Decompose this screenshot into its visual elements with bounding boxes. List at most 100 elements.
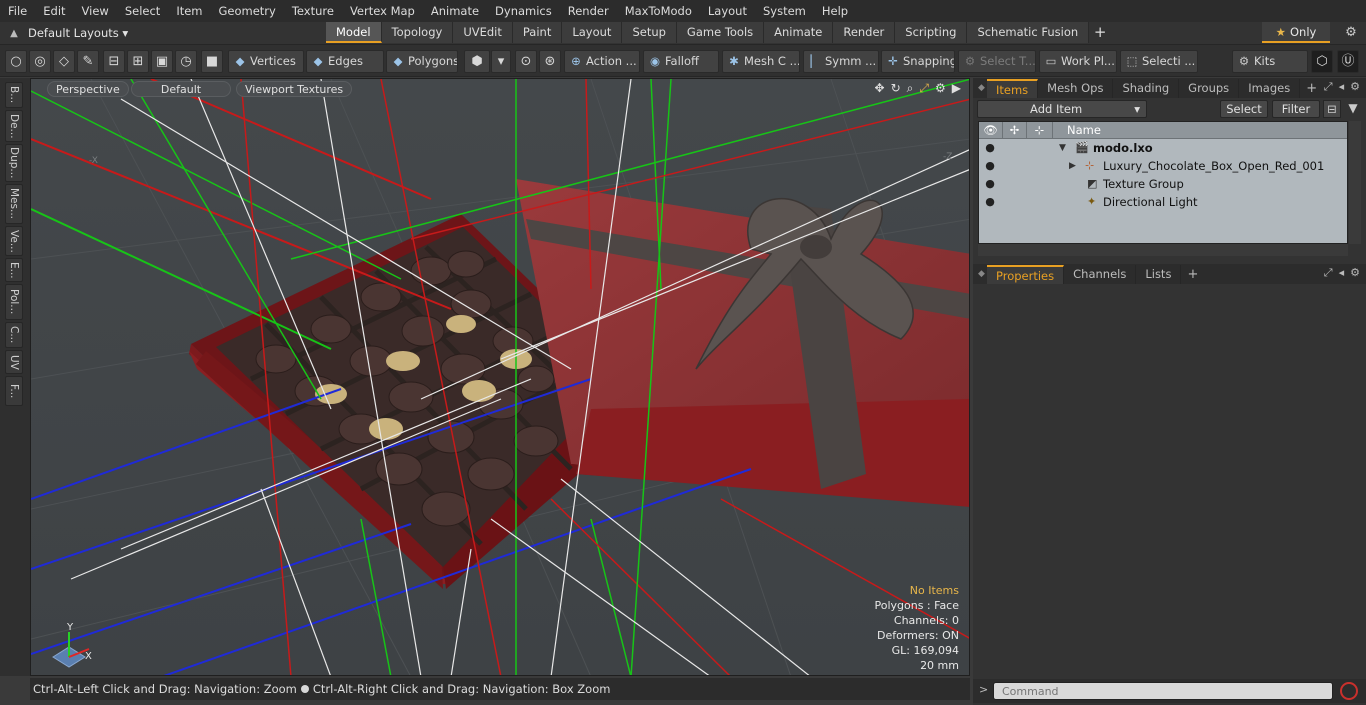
- frame-icon[interactable]: ▣: [151, 50, 173, 73]
- item-row-chocolate-box[interactable]: ● ▶ ⊹ Luxury_Chocolate_Box_Open_Red_001: [979, 157, 1347, 175]
- panel-menu-icon[interactable]: ◂: [1339, 80, 1345, 94]
- falloff-button[interactable]: ◉ Falloff: [643, 50, 719, 73]
- add-mode-tab-button[interactable]: +: [1089, 22, 1111, 43]
- left-tab-vertex[interactable]: Ve...: [5, 226, 23, 256]
- menu-item[interactable]: Item: [168, 0, 210, 22]
- left-tab-mesh-edit[interactable]: Mes...: [5, 184, 23, 224]
- clock-icon[interactable]: ◷: [175, 50, 197, 73]
- menu-view[interactable]: View: [74, 0, 117, 22]
- left-tab-basic[interactable]: B...: [5, 82, 23, 108]
- menu-select[interactable]: Select: [117, 0, 168, 22]
- unity-icon[interactable]: ⬡: [1311, 50, 1333, 73]
- command-input[interactable]: [993, 682, 1333, 700]
- move-view-icon[interactable]: ✥: [875, 81, 885, 96]
- mesh-constraint-button[interactable]: ✱ Mesh C ...: [722, 50, 800, 73]
- mode-tab-topology[interactable]: Topology: [381, 22, 454, 43]
- menu-maxtomodo[interactable]: MaxToModo: [617, 0, 700, 22]
- tab-properties[interactable]: Properties: [987, 264, 1065, 284]
- shield-tool-icon[interactable]: ◇: [53, 50, 75, 73]
- pivot-icon[interactable]: ⊛: [539, 50, 561, 73]
- viewport-shading-tab[interactable]: Default: [131, 81, 231, 97]
- mode-tab-animate[interactable]: Animate: [764, 22, 834, 43]
- add-panel-tab-button[interactable]: +: [1181, 267, 1204, 282]
- tab-lists[interactable]: Lists: [1136, 264, 1182, 284]
- name-column-header[interactable]: Name: [1053, 122, 1347, 139]
- globe-icon[interactable]: ◎: [29, 50, 51, 73]
- mode-tab-model[interactable]: Model: [326, 22, 382, 43]
- mode-tab-scripting[interactable]: Scripting: [895, 22, 968, 43]
- brush-icon[interactable]: ✎: [77, 50, 99, 73]
- menu-geometry[interactable]: Geometry: [211, 0, 284, 22]
- funnel-icon[interactable]: ▼: [1344, 100, 1362, 118]
- left-tab-duplicate[interactable]: Dup...: [5, 144, 23, 182]
- menu-dynamics[interactable]: Dynamics: [487, 0, 560, 22]
- snapping-button[interactable]: ✛ Snapping: [881, 50, 955, 73]
- layout-up-arrow-icon[interactable]: ▲: [0, 28, 28, 39]
- item-row-texture-group[interactable]: ● ◩ Texture Group: [979, 175, 1347, 193]
- left-tab-edge[interactable]: E...: [5, 258, 23, 282]
- circle-select-icon[interactable]: ○: [5, 50, 27, 73]
- viewport-expand-icon[interactable]: ▶: [952, 81, 961, 96]
- stop-record-icon[interactable]: [1340, 682, 1358, 700]
- panel-gear-icon[interactable]: ⚙: [1350, 80, 1360, 94]
- expand-arrow-icon[interactable]: ▼: [1059, 139, 1066, 157]
- tab-groups[interactable]: Groups: [1179, 78, 1240, 98]
- 3d-viewport[interactable]: Y X -X -Z Perspective Default Viewport T…: [30, 78, 970, 676]
- menu-file[interactable]: File: [0, 0, 35, 22]
- mode-tab-schematic-fusion[interactable]: Schematic Fusion: [967, 22, 1090, 43]
- left-tab-uv[interactable]: UV: [5, 350, 23, 374]
- viewport-perspective-tab[interactable]: Perspective: [47, 81, 129, 97]
- mode-tab-render[interactable]: Render: [833, 22, 896, 43]
- item-row-directional-light[interactable]: ● ✦ Directional Light: [979, 193, 1347, 211]
- left-tab-polygon[interactable]: Pol...: [5, 284, 23, 320]
- expand-panel-icon[interactable]: ⤢: [1324, 266, 1333, 280]
- mode-tab-paint[interactable]: Paint: [512, 22, 563, 43]
- lock-column-icon[interactable]: ✢: [1003, 122, 1027, 139]
- only-toggle-button[interactable]: ★ Only: [1262, 22, 1330, 43]
- kits-button[interactable]: ⚙ Kits: [1232, 50, 1308, 73]
- symmetry-button[interactable]: ▏ Symm ...: [803, 50, 879, 73]
- menu-animate[interactable]: Animate: [423, 0, 487, 22]
- select-button[interactable]: Select: [1220, 100, 1268, 118]
- symmetry-dot-icon[interactable]: ⊙: [515, 50, 537, 73]
- expand-panel-icon[interactable]: ⤢: [1324, 80, 1333, 94]
- left-tab-deform[interactable]: De...: [5, 110, 23, 142]
- panel-menu-icon[interactable]: ◂: [1339, 266, 1345, 280]
- items-mode-icon[interactable]: ⬢: [464, 50, 490, 73]
- items-vertical-scrollbar[interactable]: [1349, 121, 1361, 244]
- eye-icon[interactable]: ●: [981, 139, 999, 157]
- selection-sets-button[interactable]: ⬚ Selecti ...: [1120, 50, 1198, 73]
- expand-arrow-icon[interactable]: ▶: [1069, 157, 1076, 175]
- menu-texture[interactable]: Texture: [284, 0, 342, 22]
- items-horizontal-scrollbar[interactable]: [978, 244, 1348, 256]
- vertices-mode-button[interactable]: ◆ Vertices: [228, 50, 304, 73]
- tab-shading[interactable]: Shading: [1113, 78, 1180, 98]
- axis-column-icon[interactable]: ⊹: [1027, 122, 1053, 139]
- menu-vertex-map[interactable]: Vertex Map: [342, 0, 423, 22]
- item-row-modo-lxo[interactable]: ● ▼ 🎬 modo.lxo: [979, 139, 1347, 157]
- mode-tab-uvedit[interactable]: UVEdit: [453, 22, 513, 43]
- viewport-textures-tab[interactable]: Viewport Textures: [236, 81, 353, 97]
- action-center-button[interactable]: ⊕ Action ...: [564, 50, 640, 73]
- mode-tab-game-tools[interactable]: Game Tools: [676, 22, 765, 43]
- eye-icon[interactable]: ●: [981, 175, 999, 193]
- left-tab-fusion[interactable]: F...: [5, 376, 23, 406]
- add-item-dropdown[interactable]: Add Item ▾: [977, 100, 1147, 118]
- menu-edit[interactable]: Edit: [35, 0, 73, 22]
- eye-icon[interactable]: ●: [981, 157, 999, 175]
- cube-shaded-icon[interactable]: ■: [201, 50, 223, 73]
- add-panel-tab-button[interactable]: +: [1300, 81, 1323, 96]
- menu-render[interactable]: Render: [560, 0, 617, 22]
- edges-mode-button[interactable]: ◆ Edges: [306, 50, 384, 73]
- work-plane-button[interactable]: ▭ Work Pl...: [1039, 50, 1117, 73]
- menu-help[interactable]: Help: [814, 0, 856, 22]
- eye-icon[interactable]: ●: [981, 193, 999, 211]
- rotate-view-icon[interactable]: ↻: [891, 81, 901, 96]
- chevron-down-icon[interactable]: ▾: [491, 50, 511, 73]
- fit-view-icon[interactable]: ⤢: [919, 81, 929, 96]
- mode-tab-setup[interactable]: Setup: [622, 22, 677, 43]
- tab-channels[interactable]: Channels: [1064, 264, 1137, 284]
- unreal-icon[interactable]: Ⓤ: [1337, 50, 1359, 73]
- menu-system[interactable]: System: [755, 0, 814, 22]
- zoom-view-icon[interactable]: ⌕: [907, 81, 914, 96]
